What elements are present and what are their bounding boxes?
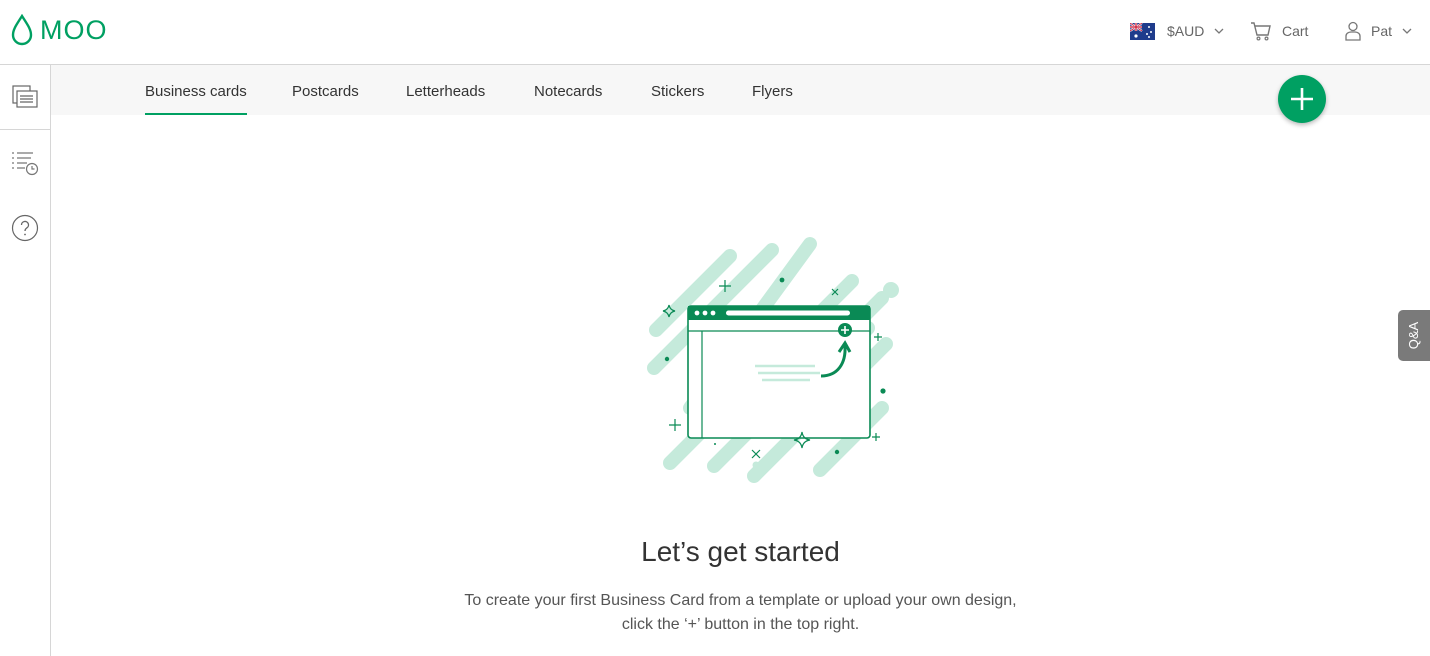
user-icon [1345,21,1361,41]
plus-icon [1291,88,1313,110]
tab-stickers[interactable]: Stickers [651,83,704,115]
cart-link[interactable]: Cart [1250,18,1308,44]
tab-letterheads[interactable]: Letterheads [406,83,485,115]
left-sidebar [0,65,51,656]
create-design-button[interactable] [1278,75,1326,123]
sidebar-item-history[interactable] [0,147,50,179]
cart-label: Cart [1282,23,1309,39]
empty-state-description: To create your first Business Card from … [51,589,1430,637]
currency-selector[interactable]: $AUD [1130,18,1224,44]
currency-label: $AUD [1167,23,1205,39]
account-menu[interactable]: Pat [1345,18,1412,44]
empty-state-illustration [647,237,899,483]
sidebar-item-designs[interactable] [0,79,50,115]
tab-postcards[interactable]: Postcards [292,83,359,115]
sidebar-item-help[interactable] [0,212,50,244]
help-icon [11,214,39,242]
product-tabs: Business cards Postcards Letterheads Not… [51,65,1430,115]
tab-notecards[interactable]: Notecards [534,83,602,115]
designs-icon [12,85,38,108]
tab-flyers[interactable]: Flyers [752,83,793,115]
tab-business-cards[interactable]: Business cards [145,83,247,115]
user-name: Pat [1371,23,1393,39]
qa-label: Q&A [1406,321,1422,350]
top-header: MOO $AUD Cart Pat [0,0,1430,65]
chevron-down-icon [1402,28,1412,34]
empty-state-line-2: click the ‘+’ button in the top right. [621,616,860,633]
chevron-down-icon [1214,28,1224,34]
moo-logo[interactable]: MOO [10,14,108,46]
logo-text: MOO [40,14,108,45]
empty-state-title: Let’s get started [641,536,840,567]
qa-feedback-tab[interactable]: Q&A [1398,310,1430,361]
sidebar-divider [0,129,50,130]
empty-state-line-1: To create your first Business Card from … [464,592,1017,609]
moo-drop-icon [11,14,33,46]
history-list-icon [12,152,39,176]
cart-icon [1251,22,1271,41]
australia-flag-icon [1130,22,1155,40]
